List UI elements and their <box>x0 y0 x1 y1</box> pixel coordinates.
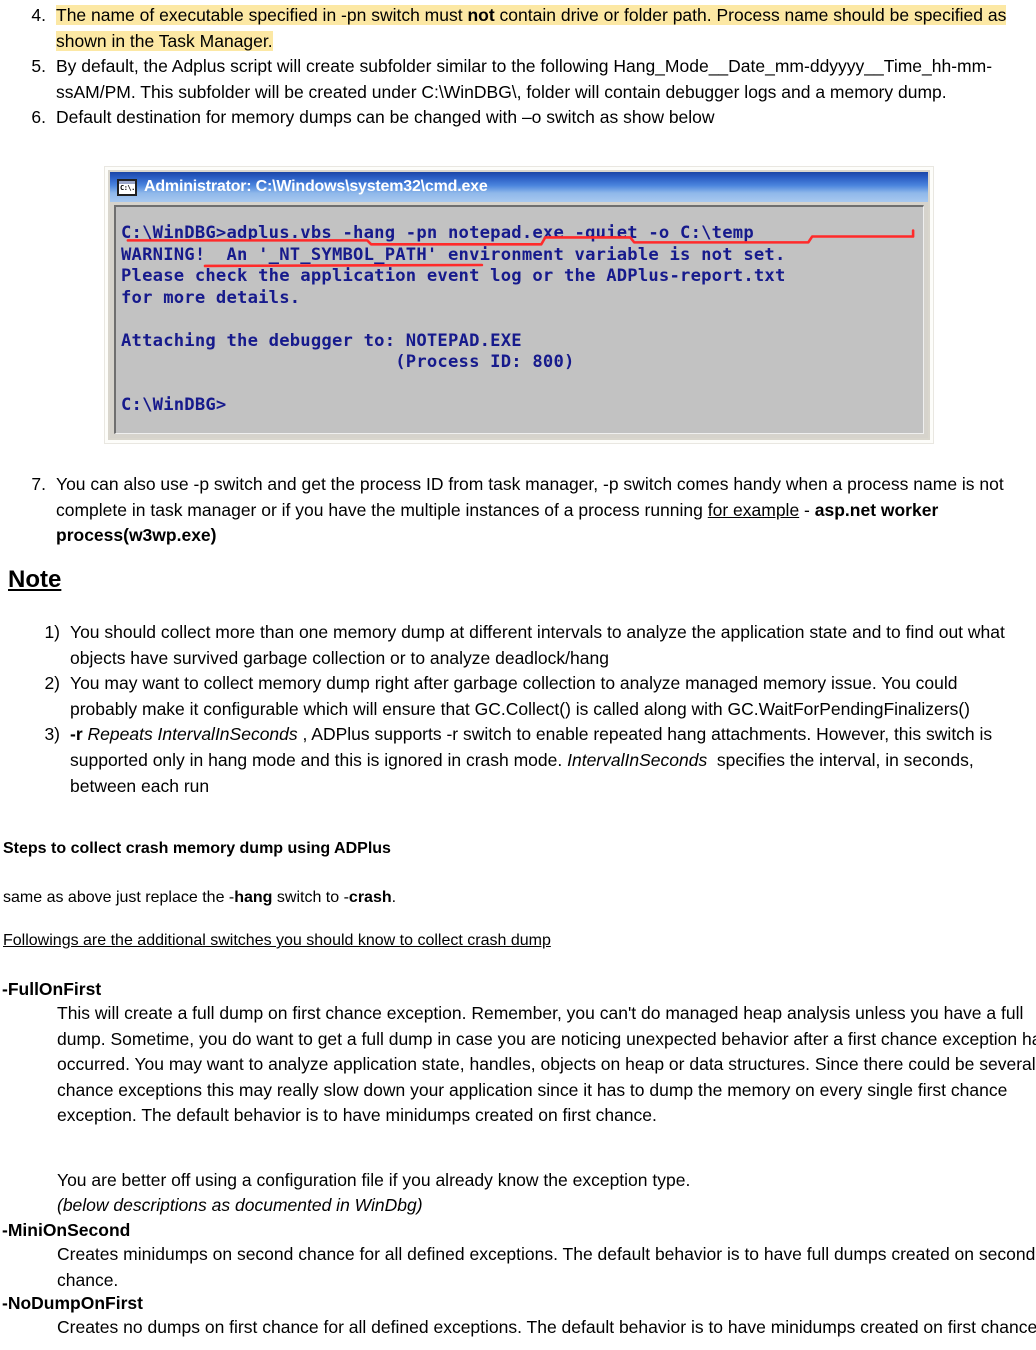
cmd-console-icon <box>117 178 137 196</box>
list-item-text: -r Repeats IntervalInSeconds , ADPlus su… <box>70 724 993 796</box>
list-item-text: The name of executable specified in -pn … <box>56 3 1036 54</box>
note-heading: Note <box>8 566 62 593</box>
switch-extra-paragraph: You are better off using a configuration… <box>57 1170 691 1190</box>
cmd-window-title: Administrator: C:\Windows\system32\cmd.e… <box>144 178 488 195</box>
list-item-number: 5. <box>31 56 46 77</box>
note-list: 1) You should collect more than one memo… <box>0 620 1036 799</box>
w3wp-process-name: asp.net worker process(w3wp.exe) <box>56 499 939 546</box>
list-item-text: By default, the Adplus script will creat… <box>56 56 993 102</box>
list-item: 4. The name of executable specified in -… <box>0 3 1036 54</box>
cmd-window: Administrator: C:\Windows\system32\cmd.e… <box>108 170 930 440</box>
for-example-underlined: for example <box>707 499 800 520</box>
list-item: 7. You can also use -p switch and get th… <box>0 472 1036 549</box>
list-item: 5. By default, the Adplus script will cr… <box>0 54 1036 105</box>
cmd-console-area: C:\WinDBG>adplus.vbs -hang -pn notepad.e… <box>114 205 924 434</box>
switch-body-nodumponfirst: Creates no dumps on first chance for all… <box>57 1317 1036 1337</box>
list-item: 3) -r Repeats IntervalInSeconds , ADPlus… <box>32 722 1036 799</box>
list-item: 1) You should collect more than one memo… <box>32 620 1036 671</box>
switch-heading-fullonfirst: -FullOnFirst <box>2 979 102 999</box>
highlighted-text: The name of executable specified in -pn … <box>56 5 1007 51</box>
cmd-screenshot-figure: Administrator: C:\Windows\system32\cmd.e… <box>104 166 934 444</box>
list-item-number: 6. <box>31 107 46 128</box>
list-item-text: You may want to collect memory dump righ… <box>70 673 970 719</box>
switch-heading-nodumponfirst: -NoDumpOnFirst <box>2 1293 143 1313</box>
cmd-console-text: C:\WinDBG>adplus.vbs -hang -pn notepad.e… <box>121 223 786 415</box>
switch-heading-miniononsecond: -MiniOnSecond <box>2 1220 131 1240</box>
cmd-title-bar: Administrator: C:\Windows\system32\cmd.e… <box>110 172 928 202</box>
switch-body-fullonfirst: This will create a full dump on first ch… <box>57 1003 1036 1126</box>
list-item-text: Default destination for memory dumps can… <box>56 107 715 128</box>
list-item-number: 1) <box>44 622 60 642</box>
list-item: 6. Default destination for memory dumps … <box>0 105 1036 131</box>
switch-extra-italic: (below descriptions as documented in Win… <box>57 1195 423 1215</box>
list-item-text: You can also use -p switch and get the p… <box>56 474 1004 546</box>
list-item-number: 4. <box>31 5 46 25</box>
list-item-text: You should collect more than one memory … <box>70 622 1005 668</box>
crash-steps-heading: Steps to collect crash memory dump using… <box>3 840 391 857</box>
switch-body-miniononsecond: Creates minidumps on second chance for a… <box>57 1244 1036 1290</box>
numbered-list-top: 4. The name of executable specified in -… <box>0 3 1036 131</box>
same-as-above-text: same as above just replace the -hang swi… <box>3 889 397 906</box>
followings-line: Followings are the additional switches y… <box>3 932 551 949</box>
list-item-number: 3) <box>44 724 60 745</box>
list-item-number: 2) <box>44 673 60 694</box>
list-item: 2) You may want to collect memory dump r… <box>32 671 1036 722</box>
list-item-number: 7. <box>31 474 46 494</box>
